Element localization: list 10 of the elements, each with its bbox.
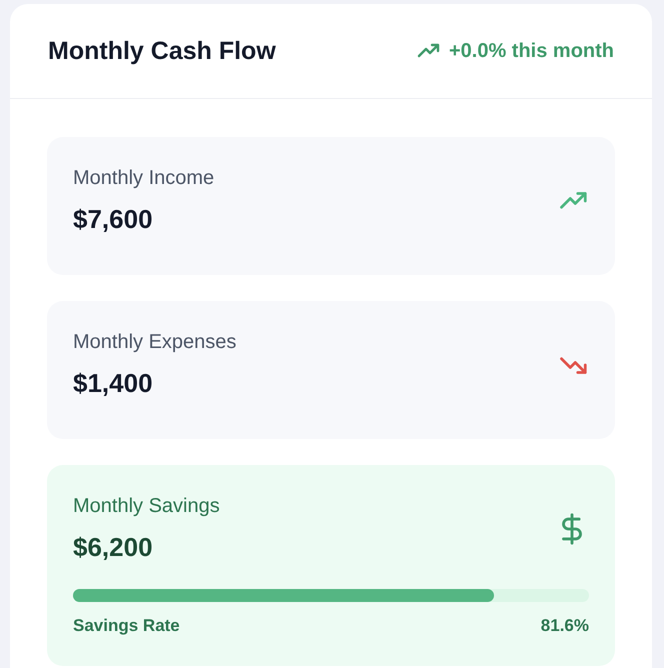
metric-amount: $1,400 — [73, 368, 154, 399]
trend-text: +0.0% this month — [448, 40, 614, 62]
metric-label: Monthly Income — [73, 167, 214, 190]
metric-label: Monthly Savings — [73, 495, 220, 518]
panel-title: Monthly Cash Flow — [48, 36, 276, 66]
metric-amount: $6,200 — [73, 532, 154, 563]
metric-label: Monthly Expenses — [73, 331, 236, 354]
metric-amount: $7,600 — [73, 204, 154, 235]
progress-reading: 81.6% — [540, 616, 589, 636]
progress-label: Savings Rate — [73, 616, 180, 636]
